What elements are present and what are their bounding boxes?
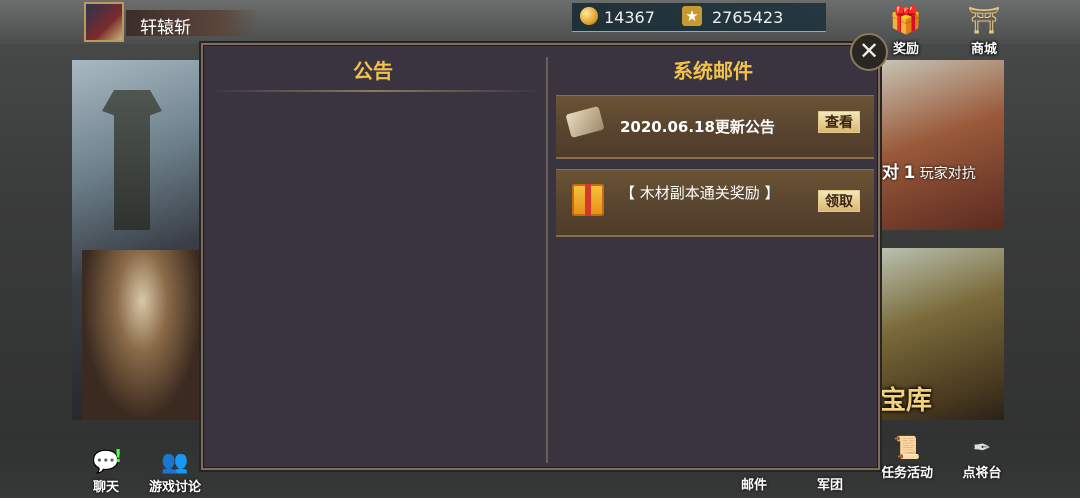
mail-subject: 2020.06.18更新公告 (620, 118, 775, 136)
notification-badge-icon: ! (114, 446, 123, 467)
player-name-plate: 轩辕斩 (126, 10, 260, 38)
system-mail-title: 系统邮件 (673, 59, 753, 83)
people-icon: 👥 (161, 450, 189, 475)
currency-bar: 14367 ★ 2765423 (572, 3, 826, 32)
pane-divider (546, 57, 548, 463)
mail-item[interactable]: 2020.06.18更新公告 查看 (556, 95, 874, 159)
discussion-button[interactable]: 👥 游戏讨论 (142, 450, 208, 495)
pvp-card-text: 对 1 玩家对抗 (882, 158, 976, 183)
legion-button[interactable]: 军团 (810, 474, 850, 493)
coin-icon (580, 7, 598, 25)
gift-icon (572, 184, 604, 216)
view-button[interactable]: 查看 (818, 111, 860, 133)
pvp-label: 玩家对抗 (919, 166, 976, 182)
treasure-label: 宝库 (880, 386, 933, 416)
hero-banner-card[interactable] (72, 60, 206, 420)
player-avatar[interactable] (84, 2, 124, 42)
warrior-illustration (82, 250, 202, 420)
title-divider (207, 90, 543, 92)
mail-item[interactable]: 【 木材副本通关奖励 】 领取 (556, 169, 874, 237)
pvp-prefix: 对 (882, 163, 899, 183)
mail-announcement-dialog: 公告 系统邮件 2020.06.18更新公告 查看 【 木材副本通关奖励 】 领… (201, 43, 880, 470)
star-icon: ★ (682, 6, 702, 26)
pvp-number: 1 (903, 163, 916, 183)
discussion-label: 游戏讨论 (148, 480, 201, 495)
coin-value: 14367 (604, 8, 655, 27)
mail-subject: 【 木材副本通关奖励 】 (620, 184, 780, 202)
quill-icon: ✒ (972, 436, 992, 461)
claim-button[interactable]: 领取 (818, 190, 860, 212)
chat-label: 聊天 (92, 480, 119, 495)
legion-label: 军团 (816, 478, 843, 493)
shop-label: 商城 (970, 42, 997, 57)
quests-button[interactable]: 📜 任务活动 (872, 436, 942, 481)
chat-button[interactable]: 💬 ! 聊天 (86, 446, 126, 495)
player-name: 轩辕斩 (140, 18, 191, 38)
treasure-card[interactable]: 宝库 (880, 248, 1004, 420)
tower-illustration (102, 90, 162, 230)
scroll-icon: 📜 (893, 436, 921, 461)
close-icon: ✕ (858, 37, 880, 65)
pavilion-icon: ⛩ (967, 6, 1001, 36)
shop-button[interactable]: ⛩ 商城 (958, 4, 1010, 58)
announcement-title: 公告 (353, 59, 393, 83)
pvp-card[interactable]: 对 1 玩家对抗 (880, 60, 1004, 230)
star-value: 2765423 (712, 8, 784, 27)
scroll-icon (565, 106, 605, 138)
arena-button[interactable]: ✒ 点将台 (954, 436, 1010, 481)
close-dialog-button[interactable]: ✕ (850, 33, 888, 71)
mail-button[interactable]: 邮件 (734, 474, 774, 493)
gift-box-icon: 🎁 (889, 6, 923, 36)
quests-label: 任务活动 (880, 466, 933, 481)
arena-label: 点将台 (962, 466, 1002, 481)
mail-label: 邮件 (740, 478, 767, 493)
